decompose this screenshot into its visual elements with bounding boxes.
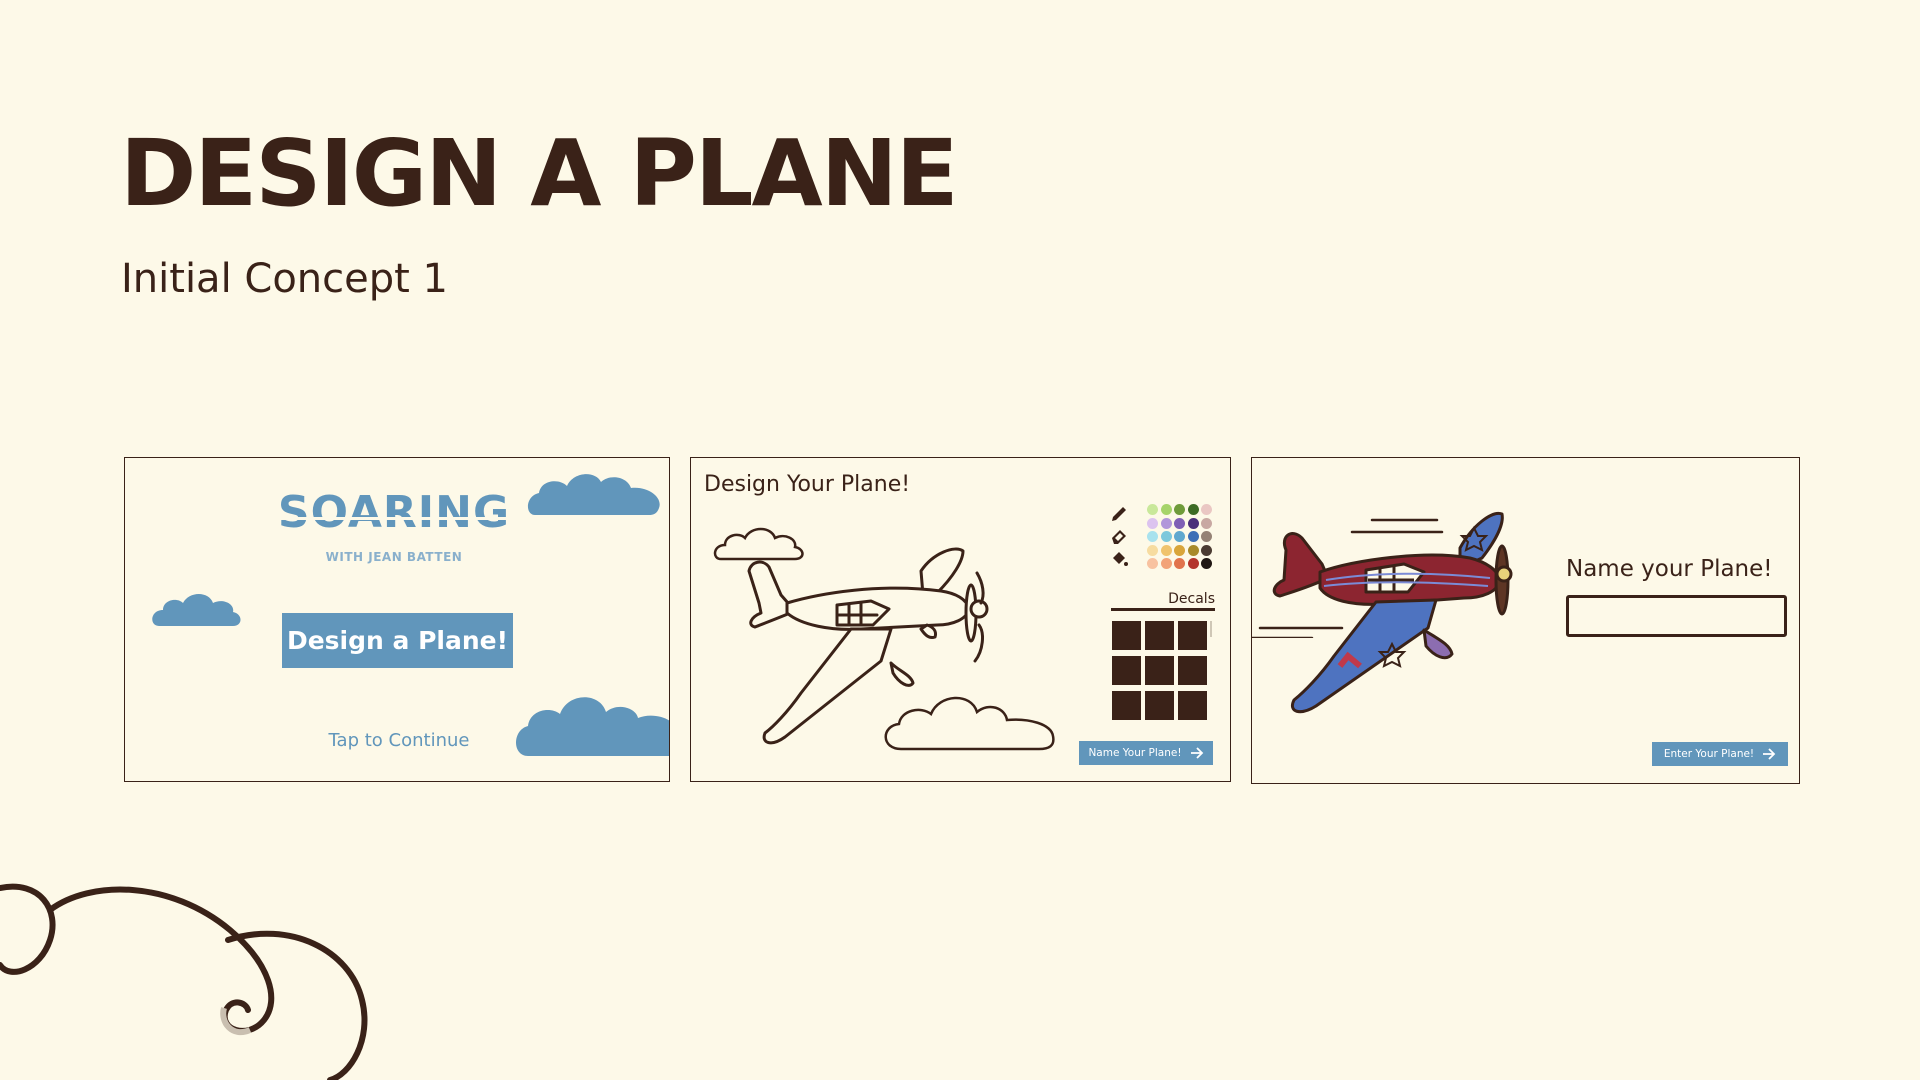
color-palette <box>1147 504 1217 574</box>
color-swatch[interactable] <box>1147 504 1158 515</box>
soaring-logo-text: SOARING <box>277 491 511 535</box>
decal-tile[interactable] <box>1112 621 1141 650</box>
color-swatch[interactable] <box>1201 544 1212 556</box>
plane-colored-drawing <box>1272 511 1513 714</box>
plane-name-input[interactable] <box>1566 595 1787 637</box>
color-swatch[interactable] <box>1160 504 1172 515</box>
screen-design-mockup: Design Your Plane! Decals Name Your Plan… <box>690 457 1231 782</box>
cloud-icon <box>516 697 669 756</box>
paint-bucket-icon[interactable] <box>1109 549 1129 569</box>
decals-label: Decals <box>1168 591 1215 607</box>
page-subtitle: Initial Concept 1 <box>121 256 448 302</box>
color-swatch[interactable] <box>1147 558 1158 569</box>
enter-your-plane-button[interactable]: Enter Your Plane! <box>1652 742 1788 766</box>
decal-tile[interactable] <box>1178 656 1207 685</box>
color-swatch[interactable] <box>1201 517 1212 529</box>
decorative-swirl <box>0 883 368 1080</box>
color-swatch[interactable] <box>1147 517 1158 529</box>
name-your-plane-button-label: Name Your Plane! <box>1088 747 1182 759</box>
arrow-right-icon <box>1763 748 1776 760</box>
color-swatch[interactable] <box>1174 544 1185 556</box>
pencil-icon[interactable] <box>1109 504 1129 524</box>
logo-subtext: WITH JEAN BATTEN <box>325 550 463 564</box>
color-swatch[interactable] <box>1187 544 1199 556</box>
logo-stripe <box>277 517 511 520</box>
decals-scrollbar[interactable] <box>1210 621 1212 637</box>
color-swatch[interactable] <box>1160 517 1172 529</box>
color-swatch[interactable] <box>1201 558 1212 569</box>
arrow-right-icon <box>1190 747 1203 759</box>
decal-tile[interactable] <box>1178 621 1207 650</box>
decal-tile[interactable] <box>1112 656 1141 685</box>
decals-divider <box>1111 608 1215 611</box>
eraser-icon[interactable] <box>1109 526 1129 546</box>
decal-tile[interactable] <box>1112 691 1141 720</box>
color-swatch[interactable] <box>1187 531 1199 542</box>
color-swatch[interactable] <box>1174 504 1185 515</box>
color-swatch[interactable] <box>1174 531 1185 542</box>
decal-tile[interactable] <box>1145 691 1174 720</box>
color-swatch[interactable] <box>1160 531 1172 542</box>
color-swatch[interactable] <box>1187 517 1199 529</box>
color-swatch[interactable] <box>1174 517 1185 529</box>
design-screen-title: Design Your Plane! <box>704 472 911 497</box>
enter-your-plane-button-label: Enter Your Plane! <box>1663 748 1755 760</box>
design-plane-button[interactable]: Design a Plane! <box>282 613 513 668</box>
cloud-icon <box>152 594 241 626</box>
screen-title-mockup: SOARING WITH JEAN BATTEN Design a Plane!… <box>124 457 670 782</box>
color-swatch[interactable] <box>1174 558 1185 569</box>
color-swatch[interactable] <box>1147 544 1158 556</box>
name-your-plane-button[interactable]: Name Your Plane! <box>1079 741 1213 765</box>
decal-tile[interactable] <box>1178 691 1207 720</box>
screen-name-mockup: Name your Plane! Enter Your Plane! <box>1251 457 1800 784</box>
color-swatch[interactable] <box>1187 504 1199 515</box>
color-swatch[interactable] <box>1160 544 1172 556</box>
decal-tile[interactable] <box>1145 656 1174 685</box>
color-swatch[interactable] <box>1201 504 1212 515</box>
soaring-logo: SOARING <box>277 491 511 535</box>
color-swatch[interactable] <box>1187 558 1199 569</box>
plane-outline-drawing <box>747 547 989 745</box>
tap-to-continue-link[interactable]: Tap to Continue <box>277 730 521 751</box>
page-title: DESIGN A PLANE <box>120 120 959 227</box>
color-swatch[interactable] <box>1160 558 1172 569</box>
color-swatch[interactable] <box>1147 531 1158 542</box>
cloud-icon <box>527 474 660 515</box>
color-swatch[interactable] <box>1201 531 1212 542</box>
name-your-plane-label: Name your Plane! <box>1566 556 1773 582</box>
decal-tile[interactable] <box>1145 621 1174 650</box>
